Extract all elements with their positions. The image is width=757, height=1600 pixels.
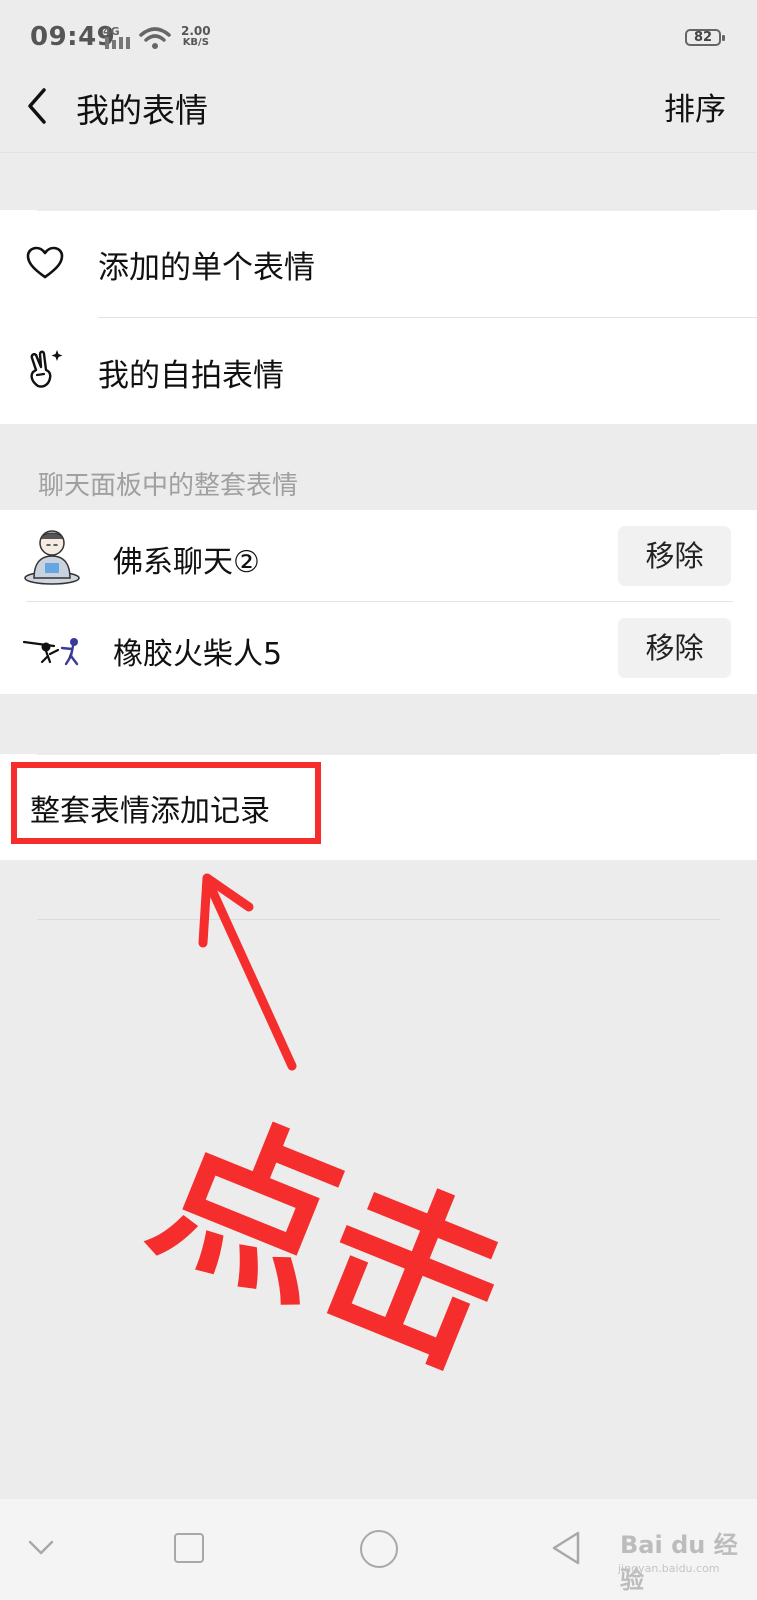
sort-button[interactable]: 排序 xyxy=(664,84,726,129)
watermark-logo: Bai du 经验 xyxy=(620,1531,738,1594)
divider xyxy=(37,919,720,920)
battery-level: 82 xyxy=(693,30,713,45)
meditating-man-sticker-thumbnail xyxy=(24,530,80,585)
battery-icon: 82 xyxy=(685,29,725,46)
collapse-chevron-icon[interactable] xyxy=(28,1540,54,1556)
single-stickers-label: 添加的单个表情 xyxy=(98,250,315,286)
back-button[interactable] xyxy=(22,86,58,126)
chevron-left-icon xyxy=(28,88,46,124)
list-item-selfie-stickers[interactable]: 我的自拍表情 xyxy=(0,318,757,424)
network-speed-unit: KB/S xyxy=(182,37,209,48)
list-item-single-stickers[interactable]: 添加的单个表情 xyxy=(0,210,757,316)
sticker-set-row: 佛系聊天② 移除 xyxy=(0,510,757,602)
selfie-stickers-label: 我的自拍表情 xyxy=(98,358,284,394)
remove-button[interactable]: 移除 xyxy=(618,618,731,678)
remove-button[interactable]: 移除 xyxy=(618,526,731,586)
victory-hand-sparkle-icon xyxy=(30,350,63,388)
heart-outline-icon xyxy=(26,246,64,279)
click-annotation-text: 点击 xyxy=(128,1081,533,1404)
wifi-icon xyxy=(139,27,171,49)
back-triangle-icon[interactable] xyxy=(550,1530,582,1566)
highlight-box xyxy=(11,762,321,844)
watermark-url: jingyan.baidu.com xyxy=(618,1562,720,1575)
network-speed: 2.00 KB/S xyxy=(181,25,211,49)
sticker-set-name: 佛系聊天② xyxy=(113,545,260,580)
page-title: 我的表情 xyxy=(76,91,208,130)
sticker-set-row: 橡胶火柴人5 移除 xyxy=(0,602,757,694)
sticker-set-name: 橡胶火柴人5 xyxy=(113,637,283,672)
section-header: 聊天面板中的整套表情 xyxy=(38,471,299,501)
stick-figure-sticker-thumbnail xyxy=(22,638,79,666)
cell-signal-icon xyxy=(105,37,130,49)
network-speed-value: 2.00 xyxy=(181,24,211,38)
recents-square-icon[interactable] xyxy=(174,1533,204,1563)
home-circle-icon[interactable] xyxy=(360,1530,398,1568)
